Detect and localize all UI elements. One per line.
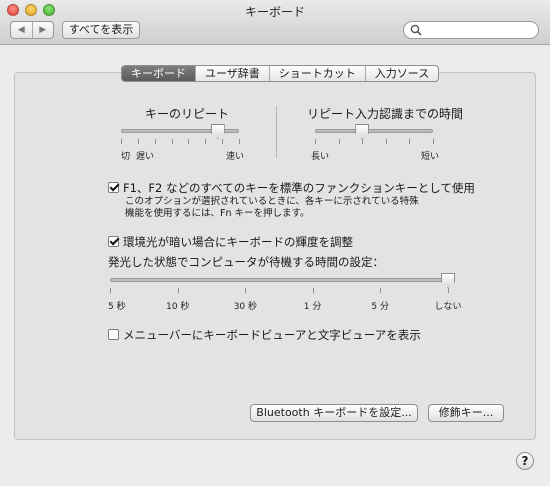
slider-tick: [245, 288, 247, 293]
key-repeat-title: キーのリピート: [145, 107, 230, 121]
key-repeat-off-label: 切: [121, 152, 131, 162]
keyboard-viewer-checkbox[interactable]: [108, 329, 119, 340]
help-button[interactable]: ?: [516, 452, 534, 470]
tab-shortcuts[interactable]: ショートカット: [268, 66, 365, 81]
delay-until-repeat-title: リピート入力認識までの時間: [307, 107, 464, 121]
fn-keys-note-line1: このオプションが選択されているときに、各キーに示されている特殊: [125, 196, 419, 207]
setup-bluetooth-keyboard-button[interactable]: Bluetooth キーボードを設定...: [250, 404, 418, 422]
fn-keys-checkbox[interactable]: [108, 182, 119, 193]
tab-user-dictionary[interactable]: ユーザ辞書: [195, 66, 269, 81]
slider-tick: [121, 139, 122, 144]
idle-time-title: 発光した状態でコンピュータが待機する時間の設定：: [108, 255, 384, 269]
preferences-window: キーボード ◀ ▶ すべてを表示 キーボード ユーザ辞書 ショートカット 入力ソ…: [0, 0, 550, 486]
delay-long-label: 長い: [311, 152, 330, 162]
key-repeat-fast-label: 速い: [226, 152, 245, 162]
key-repeat-slow-label: 遅い: [136, 152, 155, 162]
delay-short-label: 短い: [421, 152, 440, 162]
back-arrow-icon: ◀: [17, 25, 25, 35]
idle-time-label: 10 秒: [166, 302, 190, 312]
slider-tick: [188, 139, 190, 144]
idle-time-slider[interactable]: [110, 278, 448, 282]
idle-time-label: しない: [434, 302, 462, 312]
slider-tick: [433, 139, 434, 144]
idle-time-label: 5 分: [371, 302, 389, 312]
section-divider: [276, 106, 277, 158]
slider-tick: [448, 288, 449, 293]
slider-tick: [171, 139, 173, 144]
fn-keys-label[interactable]: F1、F2 などのすべてのキーを標準のファンクションキーとして使用: [123, 180, 475, 196]
delay-until-repeat-slider[interactable]: [315, 129, 433, 133]
slider-tick: [177, 288, 179, 293]
window-title: キーボード: [244, 5, 305, 19]
title-bar: キーボード ◀ ▶ すべてを表示: [0, 0, 550, 45]
slider-tick: [312, 288, 314, 293]
slider-tick: [205, 139, 207, 144]
slider-tick: [380, 288, 382, 293]
keyboard-viewer-label[interactable]: メニューバーにキーボードビューアと文字ビューアを表示: [123, 327, 421, 343]
tab-input-sources[interactable]: 入力ソース: [364, 66, 438, 81]
slider-tick: [154, 139, 156, 144]
back-button[interactable]: ◀: [11, 22, 32, 38]
slider-tick: [315, 139, 316, 144]
slider-tick: [110, 288, 111, 293]
slider-tick: [409, 139, 411, 144]
forward-arrow-icon: ▶: [39, 25, 47, 35]
slider-tick: [137, 139, 139, 144]
forward-button[interactable]: ▶: [31, 22, 54, 38]
backlight-label[interactable]: 環境光が暗い場合にキーボードの輝度を調整: [123, 234, 353, 250]
idle-time-label: 1 分: [303, 302, 322, 312]
back-forward-control: ◀ ▶: [10, 21, 54, 39]
slider-tick: [338, 139, 340, 144]
slider-tick: [385, 139, 387, 144]
tab-keyboard[interactable]: キーボード: [122, 66, 195, 81]
slider-tick: [362, 139, 364, 144]
search-icon: [410, 24, 422, 36]
idle-time-label: 30 秒: [233, 302, 258, 312]
backlight-checkbox[interactable]: [108, 236, 119, 247]
slider-tick: [239, 139, 240, 144]
tab-bar: キーボード ユーザ辞書 ショートカット 入力ソース: [121, 65, 440, 82]
search-input[interactable]: [424, 23, 536, 39]
idle-time-label: 5 秒: [108, 302, 126, 312]
modifier-keys-button[interactable]: 修飾キー...: [428, 404, 504, 422]
slider-tick: [222, 139, 224, 144]
show-all-button[interactable]: すべてを表示: [62, 21, 140, 39]
search-field[interactable]: [403, 21, 539, 39]
fn-keys-note-line2: 機能を使用するには、Fn キーを押します。: [125, 208, 310, 219]
